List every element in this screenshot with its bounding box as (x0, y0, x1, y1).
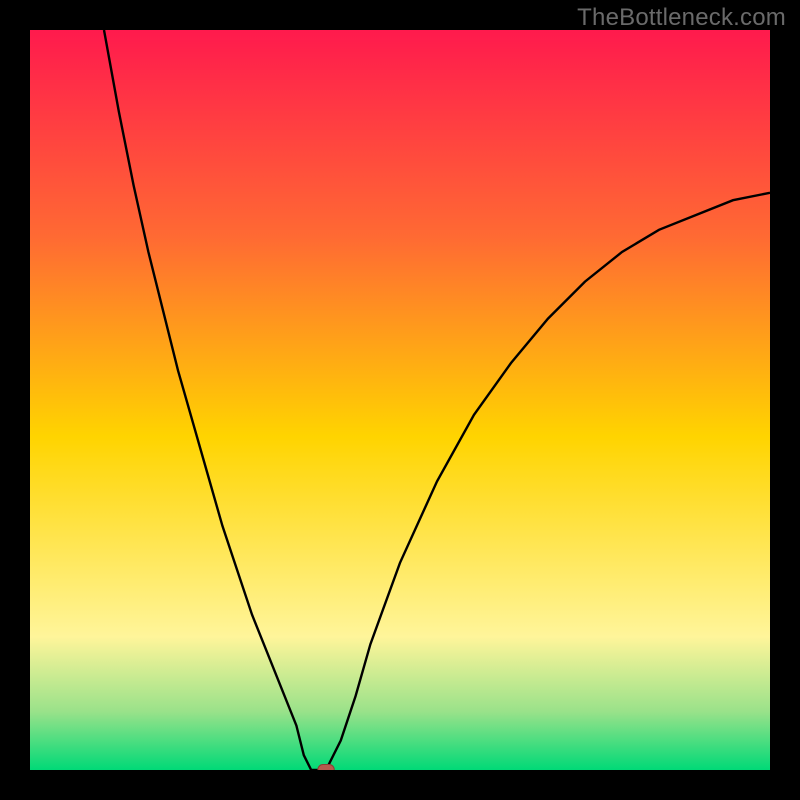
watermark-text: TheBottleneck.com (577, 4, 786, 32)
chart-frame: TheBottleneck.com (0, 0, 800, 800)
indicator-dot (318, 765, 334, 771)
plot-area (30, 30, 770, 770)
gradient-background (30, 30, 770, 770)
plot-svg (30, 30, 770, 770)
